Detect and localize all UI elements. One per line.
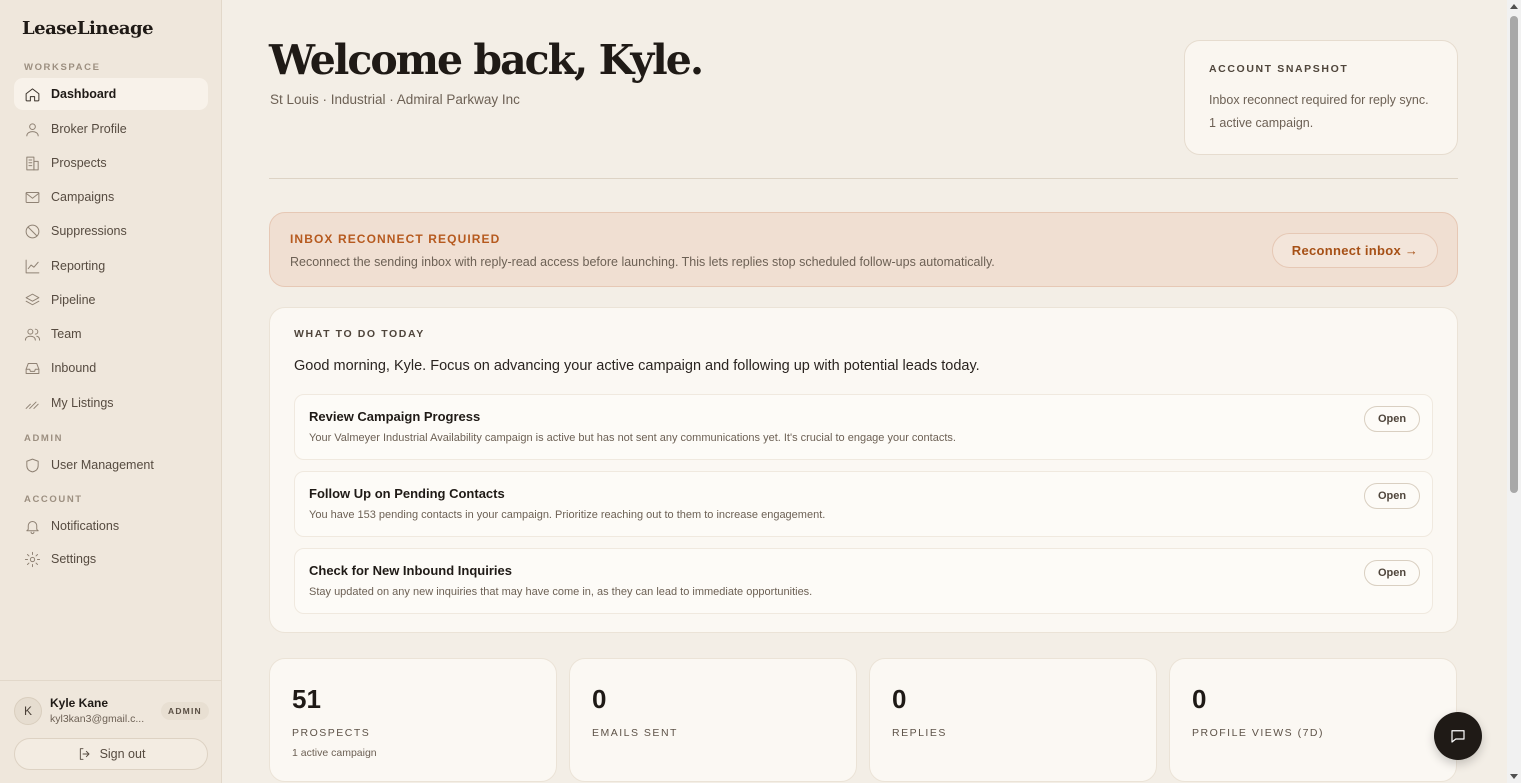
alert-title: INBOX RECONNECT REQUIRED [290,232,501,246]
user-block: K Kyle Kane kyl3kan3@gmail.c... ADMIN Si… [0,680,222,783]
sidebar-item-label: Prospects [51,156,107,170]
chat-icon [1451,730,1465,743]
sidebar-item-campaigns[interactable]: Campaigns [14,181,208,213]
stat-card-emails-sent: 0 EMAILS SENT [569,658,857,782]
task-item: Check for New Inbound Inquiries Stay upd… [294,548,1433,614]
sidebar-item-label: Inbound [51,361,97,375]
inbox-reconnect-alert: INBOX RECONNECT REQUIRED Reconnect the s… [269,212,1458,287]
task-item: Review Campaign Progress Your Valmeyer I… [294,394,1433,460]
task-title: Follow Up on Pending Contacts [309,486,505,501]
layers-icon [23,291,41,309]
task-open-button[interactable]: Open [1364,406,1420,432]
sidebar-item-label: Suppressions [51,224,127,238]
task-open-button[interactable]: Open [1364,560,1420,586]
sidebar-item-notifications[interactable]: Notifications [14,510,208,542]
sidebar-item-my-listings[interactable]: My Listings [14,387,208,419]
task-title: Check for New Inbound Inquiries [309,563,512,578]
sidebar-item-label: Notifications [51,519,120,533]
stat-value: 0 [592,684,607,714]
reconnect-inbox-button[interactable]: Reconnect inbox → [1272,233,1438,268]
chart-icon [23,257,41,275]
sign-out-label: Sign out [99,747,146,761]
header-divider [269,178,1458,179]
task-description: Your Valmeyer Industrial Availability ca… [309,432,956,444]
task-item: Follow Up on Pending Contacts You have 1… [294,471,1433,537]
task-open-button[interactable]: Open [1364,483,1420,509]
main-content: Welcome back, Kyle. St Louis · Industria… [222,0,1507,783]
ban-icon [23,222,41,240]
today-label: WHAT TO DO TODAY [294,328,425,340]
stat-label: PROFILE VIEWS (7D) [1192,727,1325,739]
sidebar-item-settings[interactable]: Settings [14,543,208,575]
account-snapshot-card: ACCOUNT SNAPSHOT Inbox reconnect require… [1184,40,1458,155]
sidebar-item-team[interactable]: Team [14,318,208,350]
scroll-thumb[interactable] [1510,16,1518,493]
sidebar-item-pipeline[interactable]: Pipeline [14,284,208,316]
today-intro: Good morning, Kyle. Focus on advancing y… [294,358,980,374]
task-description: You have 153 pending contacts in your ca… [309,509,826,521]
page-scrollbar[interactable] [1507,0,1521,783]
mail-icon [23,188,41,206]
sign-out-icon [79,748,90,760]
stat-value: 0 [892,684,907,714]
sidebar-item-prospects[interactable]: Prospects [14,147,208,179]
what-to-do-today-card: WHAT TO DO TODAY Good morning, Kyle. Foc… [269,307,1458,633]
stat-card-replies: 0 REPLIES [869,658,1157,782]
user-email: kyl3kan3@gmail.c... [50,713,145,725]
app-logo[interactable]: LeaseLineage [22,18,154,39]
building-icon [23,154,41,172]
sidebar-item-dashboard[interactable]: Dashboard [14,78,208,110]
role-badge: ADMIN [161,702,209,720]
user-icon [23,120,41,138]
snapshot-label: ACCOUNT SNAPSHOT [1209,63,1349,75]
section-label-workspace: WORKSPACE [24,62,101,73]
alert-text: Reconnect the sending inbox with reply-r… [290,255,995,269]
sidebar-item-user-management[interactable]: User Management [14,449,208,481]
snapshot-line: Inbox reconnect required for reply sync. [1209,93,1429,107]
stat-card-profile-views: 0 PROFILE VIEWS (7D) [1169,658,1457,782]
sidebar-item-label: User Management [51,458,154,472]
task-description: Stay updated on any new inquiries that m… [309,586,813,598]
stat-note: 1 active campaign [292,747,377,759]
stat-label: REPLIES [892,727,947,739]
stat-value: 0 [1192,684,1207,714]
user-name: Kyle Kane [50,696,109,710]
chat-launcher-button[interactable] [1434,712,1482,760]
sidebar-item-label: Reporting [51,259,106,273]
sidebar-item-label: Pipeline [51,293,96,307]
bell-icon [23,517,41,535]
users-icon [23,325,41,343]
sidebar-item-label: Team [51,327,82,341]
sidebar-item-label: My Listings [51,396,114,410]
sidebar-item-label: Broker Profile [51,122,127,136]
sign-out-button[interactable]: Sign out [14,738,208,770]
avatar[interactable]: K [14,697,42,725]
task-title: Review Campaign Progress [309,409,481,424]
scroll-up-arrow-icon[interactable] [1510,4,1518,9]
sidebar-item-label: Campaigns [51,190,115,204]
sidebar-item-label: Settings [51,552,97,566]
shield-icon [23,456,41,474]
sidebar-item-label: Dashboard [51,87,117,101]
sidebar-item-suppressions[interactable]: Suppressions [14,215,208,247]
home-icon [23,85,41,103]
stat-value: 51 [292,684,321,714]
stat-card-prospects: 51 PROSPECTS 1 active campaign [269,658,557,782]
sidebar-item-inbound[interactable]: Inbound [14,352,208,384]
sidebar: LeaseLineage WORKSPACE Dashboard Broker … [0,0,222,783]
signature-icon [23,394,41,412]
section-label-account: ACCOUNT [24,494,83,505]
scroll-down-arrow-icon[interactable] [1510,774,1518,779]
stat-label: EMAILS SENT [592,727,678,739]
stat-label: PROSPECTS [292,727,371,739]
section-label-admin: ADMIN [24,433,64,444]
gear-icon [23,550,41,568]
sidebar-item-reporting[interactable]: Reporting [14,250,208,282]
page-subtitle: St Louis · Industrial · Admiral Parkway … [270,92,520,107]
inbox-icon [23,359,41,377]
snapshot-line: 1 active campaign. [1209,116,1314,130]
sidebar-item-broker-profile[interactable]: Broker Profile [14,113,208,145]
page-title: Welcome back, Kyle. [269,36,704,84]
